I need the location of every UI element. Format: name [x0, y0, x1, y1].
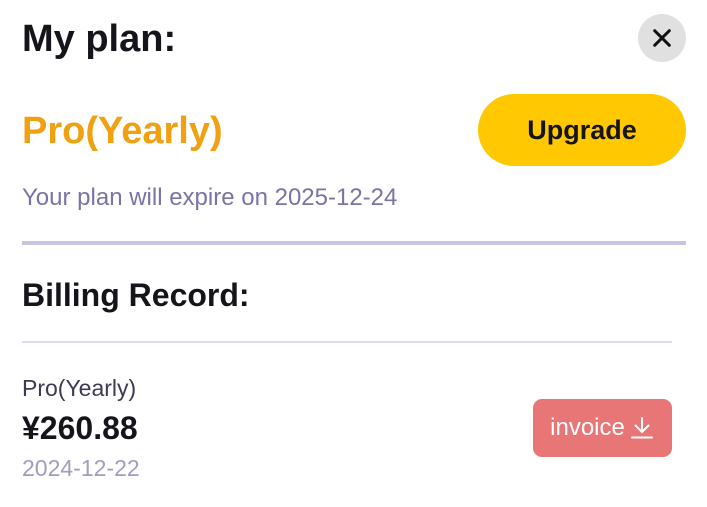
- close-button[interactable]: [638, 14, 686, 62]
- billing-record-title: Billing Record:: [22, 277, 250, 313]
- page-title: My plan:: [22, 18, 177, 60]
- invoice-download-button[interactable]: invoice: [533, 399, 672, 457]
- record-plan-name: Pro(Yearly): [22, 375, 137, 401]
- my-plan-panel: My plan: Pro(Yearly) Upgrade Your plan w…: [0, 0, 707, 507]
- billing-record-item: Pro(Yearly) ¥260.88 2024-12-22 invoice: [0, 0, 707, 507]
- divider: [22, 341, 672, 343]
- record-date: 2024-12-22: [22, 455, 140, 481]
- close-icon: [651, 27, 673, 49]
- upgrade-button[interactable]: Upgrade: [478, 94, 686, 166]
- download-icon: [629, 415, 655, 441]
- invoice-label: invoice: [550, 414, 625, 441]
- record-amount: ¥260.88: [22, 410, 138, 446]
- current-plan-name: Pro(Yearly): [22, 110, 223, 152]
- divider: [22, 241, 686, 245]
- plan-expiry-text: Your plan will expire on 2025-12-24: [22, 184, 398, 211]
